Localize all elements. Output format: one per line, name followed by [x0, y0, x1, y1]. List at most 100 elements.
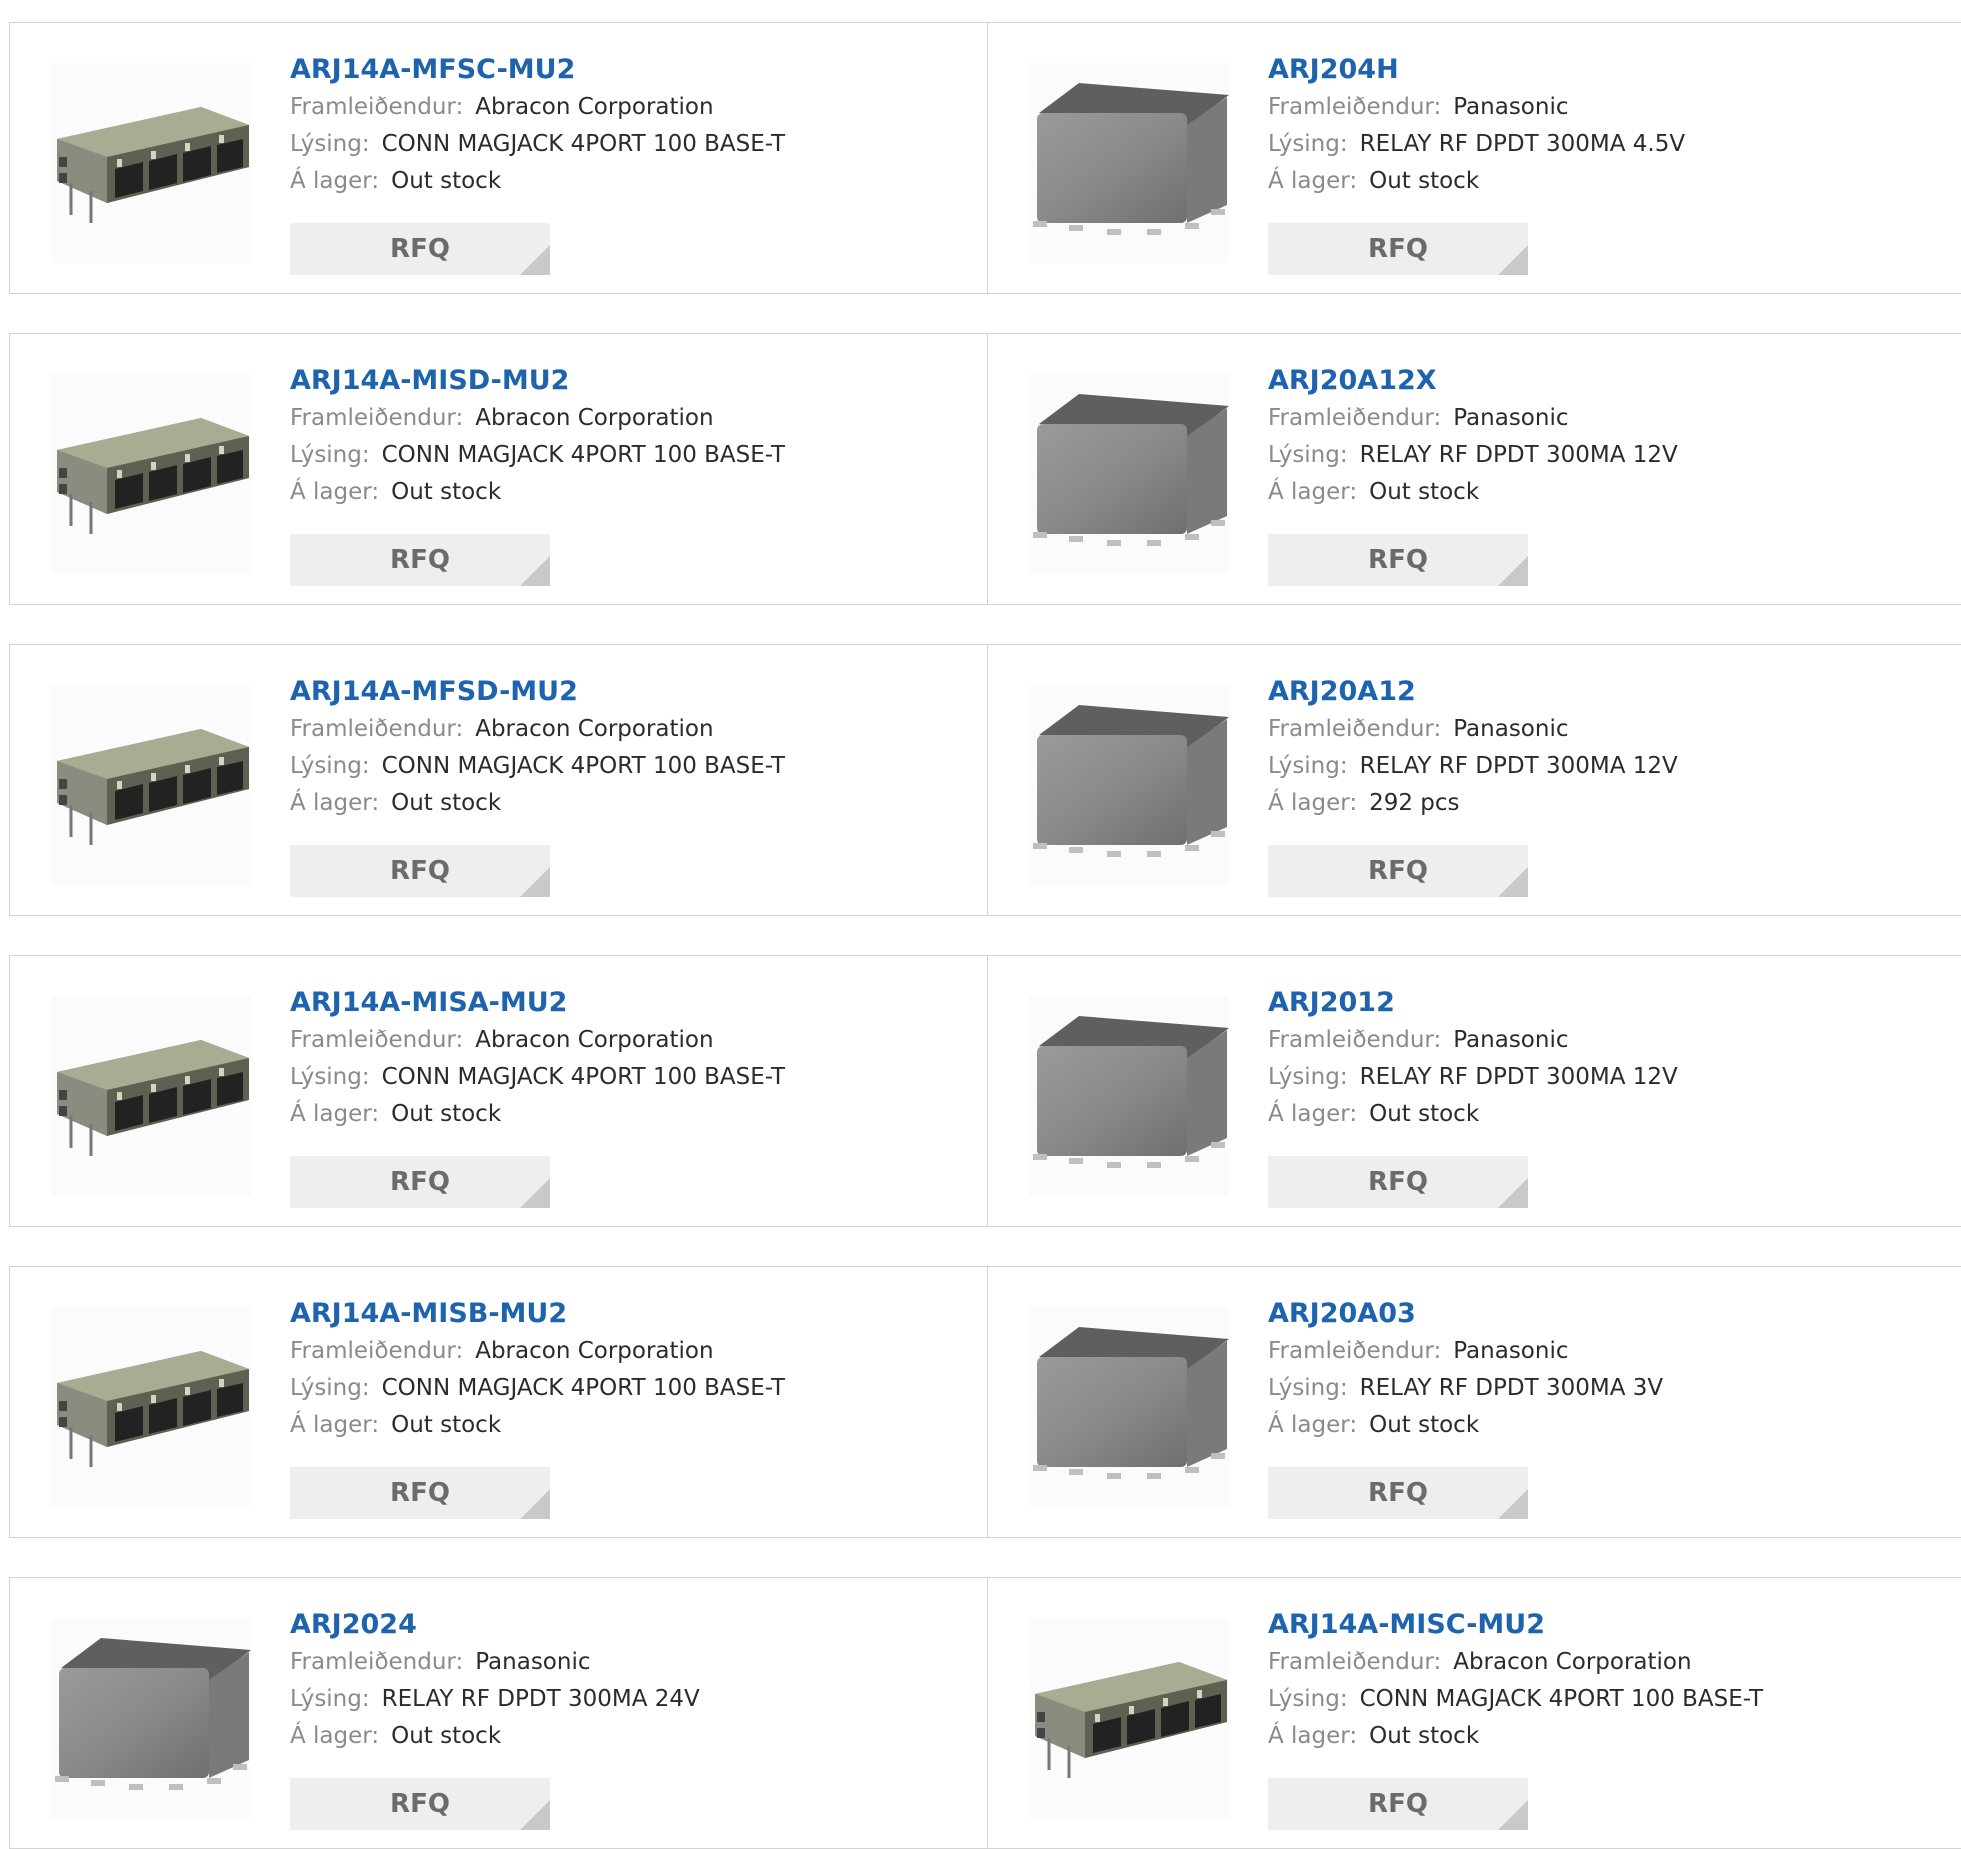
product-info: ARJ20A12X Framleiðendur: Panasonic Lýsing…: [1268, 364, 1942, 511]
description-label: Lýsing:: [290, 442, 370, 468]
description-label: Lýsing:: [1268, 131, 1348, 157]
manufacturer-label: Framleiðendur:: [290, 1338, 464, 1364]
product-part-number-link[interactable]: ARJ14A-MISC-MU2: [1268, 1608, 1942, 1644]
product-card: ARJ204H Framleiðendur: Panasonic Lýsing: R…: [988, 23, 1961, 293]
description-label: Lýsing:: [290, 1686, 370, 1712]
description-value: CONN MAGJACK 4PORT 100 BASE-T: [1359, 1686, 1764, 1712]
product-card: ARJ14A-MFSC-MU2 Framleiðendur: Abracon Co…: [10, 23, 988, 293]
description-line: Lýsing: CONN MAGJACK 4PORT 100 BASE-T: [1268, 1681, 1942, 1718]
rfq-button[interactable]: RFQ: [290, 223, 550, 275]
product-row: ARJ14A-MISD-MU2 Framleiðendur: Abracon Co…: [9, 333, 1961, 605]
description-line: Lýsing: CONN MAGJACK 4PORT 100 BASE-T: [290, 126, 967, 163]
rfq-button[interactable]: RFQ: [290, 845, 550, 897]
product-part-number-link[interactable]: ARJ14A-MFSD-MU2: [290, 675, 967, 711]
stock-line: Á lager: Out stock: [1268, 163, 1942, 200]
rfq-button[interactable]: RFQ: [290, 1156, 550, 1208]
corner-triangle-icon: [520, 1800, 550, 1830]
description-line: Lýsing: RELAY RF DPDT 300MA 24V: [290, 1681, 967, 1718]
stock-label: Á lager:: [1268, 1101, 1358, 1127]
rfq-button[interactable]: RFQ: [290, 534, 550, 586]
product-part-number-link[interactable]: ARJ2024: [290, 1608, 967, 1644]
manufacturer-label: Framleiðendur:: [290, 1649, 464, 1675]
stock-value: Out stock: [1369, 479, 1480, 505]
product-part-number-link[interactable]: ARJ14A-MFSC-MU2: [290, 53, 967, 89]
corner-triangle-icon: [1498, 1178, 1528, 1208]
manufacturer-label: Framleiðendur:: [290, 405, 464, 431]
product-card: ARJ2012 Framleiðendur: Panasonic Lýsing: R…: [988, 956, 1961, 1226]
product-card: ARJ2024 Framleiðendur: Panasonic Lýsing: R…: [10, 1578, 988, 1848]
rfq-button[interactable]: RFQ: [290, 1778, 550, 1830]
relay-image[interactable]: [1029, 685, 1229, 885]
rj45-connector-image[interactable]: [51, 63, 251, 263]
stock-line: Á lager: Out stock: [290, 474, 967, 511]
relay-image[interactable]: [1029, 63, 1229, 263]
manufacturer-value: Panasonic: [1453, 405, 1569, 431]
product-part-number-link[interactable]: ARJ14A-MISB-MU2: [290, 1297, 967, 1333]
rfq-button[interactable]: RFQ: [1268, 1156, 1528, 1208]
corner-triangle-icon: [520, 1489, 550, 1519]
description-line: Lýsing: RELAY RF DPDT 300MA 4.5V: [1268, 126, 1942, 163]
product-part-number-link[interactable]: ARJ2012: [1268, 986, 1942, 1022]
product-part-number-link[interactable]: ARJ14A-MISD-MU2: [290, 364, 967, 400]
manufacturer-line: Framleiðendur: Panasonic: [1268, 1022, 1942, 1059]
manufacturer-line: Framleiðendur: Panasonic: [1268, 1333, 1942, 1370]
description-value: CONN MAGJACK 4PORT 100 BASE-T: [381, 131, 786, 157]
stock-value: Out stock: [391, 1723, 502, 1749]
product-row: ARJ14A-MFSC-MU2 Framleiðendur: Abracon Co…: [9, 22, 1961, 294]
description-line: Lýsing: CONN MAGJACK 4PORT 100 BASE-T: [290, 748, 967, 785]
rfq-button-label: RFQ: [1368, 1167, 1428, 1197]
product-part-number-link[interactable]: ARJ20A03: [1268, 1297, 1942, 1333]
stock-label: Á lager:: [290, 1723, 380, 1749]
stock-label: Á lager:: [290, 1412, 380, 1438]
manufacturer-value: Abracon Corporation: [475, 94, 714, 120]
stock-value: Out stock: [1369, 1723, 1480, 1749]
corner-triangle-icon: [1498, 1800, 1528, 1830]
rfq-button[interactable]: RFQ: [290, 1467, 550, 1519]
stock-label: Á lager:: [1268, 168, 1358, 194]
rfq-button[interactable]: RFQ: [1268, 534, 1528, 586]
relay-image[interactable]: [51, 1618, 251, 1818]
rfq-button-label: RFQ: [390, 1167, 450, 1197]
product-info: ARJ14A-MISA-MU2 Framleiðendur: Abracon Co…: [290, 986, 967, 1133]
description-value: RELAY RF DPDT 300MA 4.5V: [1359, 131, 1686, 157]
manufacturer-label: Framleiðendur:: [290, 716, 464, 742]
relay-image[interactable]: [1029, 1307, 1229, 1507]
rfq-button[interactable]: RFQ: [1268, 1778, 1528, 1830]
relay-image[interactable]: [1029, 374, 1229, 574]
manufacturer-label: Framleiðendur:: [1268, 1027, 1442, 1053]
manufacturer-value: Panasonic: [475, 1649, 591, 1675]
description-line: Lýsing: CONN MAGJACK 4PORT 100 BASE-T: [290, 1059, 967, 1096]
product-info: ARJ204H Framleiðendur: Panasonic Lýsing: R…: [1268, 53, 1942, 200]
stock-value: Out stock: [1369, 168, 1480, 194]
stock-label: Á lager:: [1268, 479, 1358, 505]
product-part-number-link[interactable]: ARJ204H: [1268, 53, 1942, 89]
rj45-connector-image[interactable]: [51, 685, 251, 885]
manufacturer-label: Framleiðendur:: [1268, 1649, 1442, 1675]
rfq-button[interactable]: RFQ: [1268, 223, 1528, 275]
product-part-number-link[interactable]: ARJ14A-MISA-MU2: [290, 986, 967, 1022]
rj45-connector-image[interactable]: [51, 996, 251, 1196]
rj45-connector-image[interactable]: [51, 374, 251, 574]
rfq-button[interactable]: RFQ: [1268, 1467, 1528, 1519]
manufacturer-value: Abracon Corporation: [475, 1338, 714, 1364]
stock-line: Á lager: Out stock: [1268, 474, 1942, 511]
product-info: ARJ14A-MFSC-MU2 Framleiðendur: Abracon Co…: [290, 53, 967, 200]
stock-label: Á lager:: [1268, 1723, 1358, 1749]
corner-triangle-icon: [1498, 1489, 1528, 1519]
manufacturer-line: Framleiðendur: Abracon Corporation: [290, 400, 967, 437]
product-card: ARJ14A-MISB-MU2 Framleiðendur: Abracon Co…: [10, 1267, 988, 1537]
relay-image[interactable]: [1029, 996, 1229, 1196]
product-card: ARJ14A-MISD-MU2 Framleiðendur: Abracon Co…: [10, 334, 988, 604]
product-part-number-link[interactable]: ARJ20A12: [1268, 675, 1942, 711]
manufacturer-line: Framleiðendur: Abracon Corporation: [290, 1022, 967, 1059]
product-info: ARJ14A-MFSD-MU2 Framleiðendur: Abracon Co…: [290, 675, 967, 822]
rfq-button[interactable]: RFQ: [1268, 845, 1528, 897]
description-line: Lýsing: CONN MAGJACK 4PORT 100 BASE-T: [290, 437, 967, 474]
rj45-connector-image[interactable]: [51, 1307, 251, 1507]
stock-line: Á lager: Out stock: [290, 785, 967, 822]
stock-value: Out stock: [391, 1412, 502, 1438]
product-part-number-link[interactable]: ARJ20A12X: [1268, 364, 1942, 400]
description-label: Lýsing:: [1268, 1064, 1348, 1090]
rj45-connector-image[interactable]: [1029, 1618, 1229, 1818]
stock-label: Á lager:: [1268, 1412, 1358, 1438]
